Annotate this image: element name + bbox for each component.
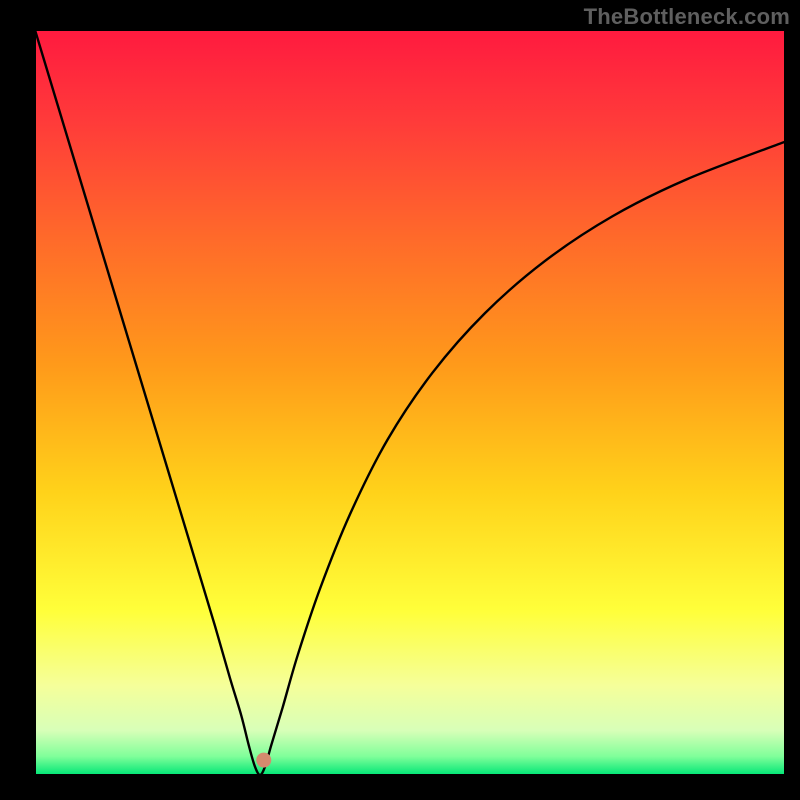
bottleneck-chart xyxy=(0,0,800,800)
chart-frame: { "watermark": "TheBottleneck.com", "cha… xyxy=(0,0,800,800)
watermark-text: TheBottleneck.com xyxy=(584,4,790,30)
curve-minimum-marker xyxy=(256,753,271,768)
